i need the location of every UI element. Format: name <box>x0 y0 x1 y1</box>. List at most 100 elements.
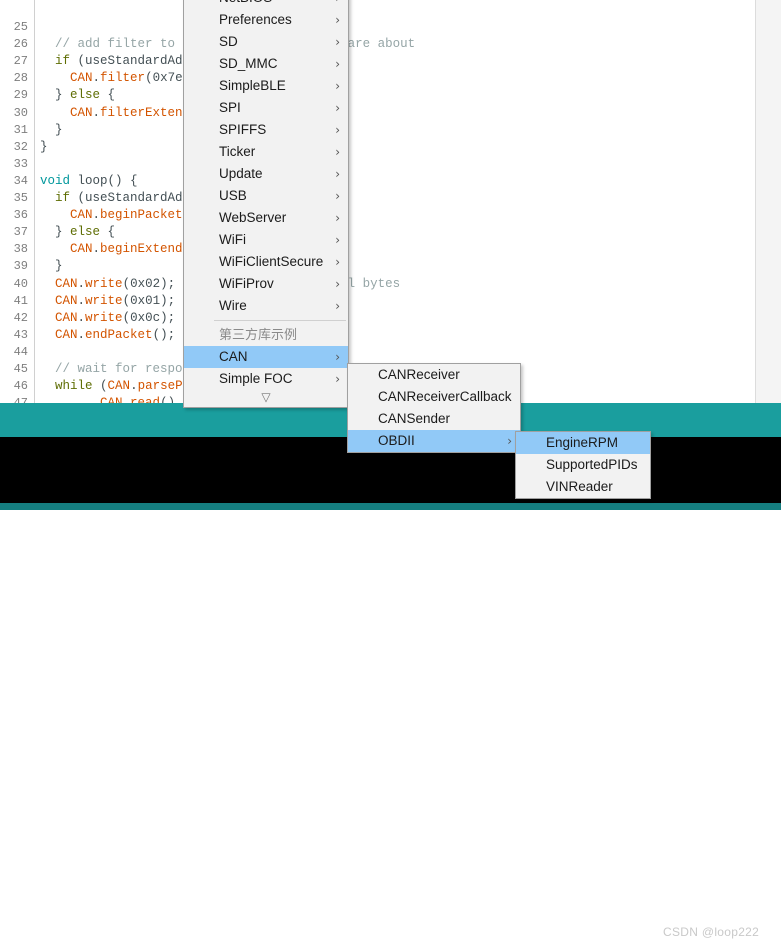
code-token: (0x02); <box>122 276 183 291</box>
scroll-down-arrow-icon[interactable]: ▽ <box>184 390 348 407</box>
code-token: } <box>40 122 63 137</box>
obdii-menu-item-supportedpids[interactable]: SupportedPIDs <box>516 454 650 476</box>
menu-item-label: SupportedPIDs <box>546 457 638 472</box>
code-token: else <box>70 88 101 103</box>
menu-item-preferences[interactable]: Preferences › <box>184 9 348 31</box>
code-token: loop() { <box>70 173 138 188</box>
chevron-right-icon: › <box>335 35 340 49</box>
menu-item-can[interactable]: CAN › <box>184 346 348 368</box>
line-number: 44 <box>13 344 28 359</box>
chevron-right-icon: › <box>335 123 340 137</box>
menu-item-wificlientsecure[interactable]: WiFiClientSecure › <box>184 251 348 273</box>
can-menu-item-cansender[interactable]: CANSender <box>348 408 520 430</box>
menu-item-label: WiFiProv <box>219 276 274 291</box>
code-token: . <box>77 276 86 291</box>
code-token: . <box>77 327 86 342</box>
code-token: . <box>123 396 131 403</box>
code-token: CAN <box>70 242 93 257</box>
menu-item-wire[interactable]: Wire › <box>184 295 348 317</box>
code-token: endPacket <box>85 327 153 342</box>
menu-item-sd[interactable]: SD › <box>184 31 348 53</box>
vertical-scrollbar[interactable] <box>755 0 781 403</box>
menu-item-label: SPIFFS <box>219 122 267 137</box>
menu-item-label: WiFiClientSecure <box>219 254 324 269</box>
code-token: CAN <box>107 379 131 394</box>
line-number: 34 <box>13 173 28 188</box>
code-token: . <box>92 242 101 257</box>
code-line[interactable]: } else { <box>40 88 115 103</box>
menu-item-usb[interactable]: USB › <box>184 185 348 207</box>
menu-section-header: 第三方库示例 <box>219 327 298 342</box>
menu-item-simpleble[interactable]: SimpleBLE › <box>184 75 348 97</box>
code-editor[interactable]: 25 26 27 28 29 30 31 32 33 34 35 36 37 38 39 40 41 42 43 44… <box>0 0 781 403</box>
menu-item-label: EngineRPM <box>546 435 619 450</box>
menu-item-label: Ticker <box>219 144 256 159</box>
line-number: 31 <box>13 122 28 137</box>
menu-item-label: SD <box>219 34 238 49</box>
menu-item-webserver[interactable]: WebServer › <box>184 207 348 229</box>
code-token: CAN <box>55 276 78 291</box>
obdii-examples-submenu[interactable]: EngineRPM SupportedPIDs VINReader <box>515 431 651 499</box>
library-examples-menu[interactable]: NetBIOS › Preferences › SD › SD_MMC › SimpleBLE ›… <box>183 0 349 408</box>
line-number-gutter: 25 26 27 28 29 30 31 32 33 34 35 36 37 38 39 40 41 42 43 44… <box>0 0 35 403</box>
menu-item-label: CANReceiverCallback <box>378 389 512 404</box>
menu-item-netbios[interactable]: NetBIOS › <box>184 0 348 9</box>
code-line[interactable]: } <box>40 122 63 137</box>
code-token: filter <box>100 71 146 86</box>
code-line[interactable]: } <box>40 140 48 153</box>
menu-item-label: CAN <box>219 349 248 364</box>
menu-item-update[interactable]: Update › <box>184 163 348 185</box>
code-token: } <box>40 225 71 240</box>
chevron-right-icon: › <box>335 145 340 159</box>
menu-item-label: USB <box>219 188 247 203</box>
chevron-right-icon: › <box>335 13 340 27</box>
menu-item-simple-foc[interactable]: Simple FOC › <box>184 368 348 390</box>
code-line[interactable]: } <box>40 260 63 273</box>
code-line[interactable]: void loop() { <box>40 173 138 188</box>
menu-item-spiffs[interactable]: SPIFFS › <box>184 119 348 141</box>
can-examples-submenu[interactable]: CANReceiver CANReceiverCallback CANSender O… <box>347 363 521 453</box>
code-token: beginPacket <box>100 208 183 223</box>
line-number: 39 <box>13 259 28 274</box>
menu-item-wifi[interactable]: WiFi › <box>184 229 348 251</box>
menu-item-label: Simple FOC <box>219 371 293 386</box>
line-number: 38 <box>13 242 28 257</box>
line-number: 32 <box>13 139 28 154</box>
obdii-menu-item-vinreader[interactable]: VINReader <box>516 476 650 498</box>
code-token: . <box>130 379 138 394</box>
code-line[interactable]: // wait for response <box>40 362 205 376</box>
menu-item-wifiprov[interactable]: WiFiProv › <box>184 273 348 295</box>
menu-item-ticker[interactable]: Ticker › <box>184 141 348 163</box>
chevron-right-icon: › <box>335 211 340 225</box>
can-menu-item-canreceiver[interactable]: CANReceiver <box>348 364 520 386</box>
menu-item-label: Update <box>219 166 263 181</box>
code-token: { <box>100 225 116 240</box>
can-menu-item-canreceivercallback[interactable]: CANReceiverCallback <box>348 386 520 408</box>
code-line[interactable]: CAN.endPacket(); <box>40 327 175 342</box>
chevron-right-icon: › <box>335 277 340 291</box>
code-token: (0x01); <box>122 293 183 308</box>
footer-bar <box>0 503 781 510</box>
code-line[interactable]: } else { <box>40 225 116 240</box>
line-number: 36 <box>13 208 28 223</box>
obdii-menu-item-enginerpm[interactable]: EngineRPM <box>516 432 650 454</box>
menu-item-label: SPI <box>219 100 241 115</box>
chevron-right-icon: › <box>507 434 512 448</box>
watermark-label: CSDN @loop222 <box>663 925 760 939</box>
line-number: 43 <box>13 327 28 342</box>
code-token: (0x0c); <box>122 310 183 325</box>
code-token: } <box>40 88 71 103</box>
chevron-right-icon: › <box>335 79 340 93</box>
can-menu-item-obdii[interactable]: OBDII › <box>348 430 520 452</box>
menu-item-sd-mmc[interactable]: SD_MMC › <box>184 53 348 75</box>
code-line[interactable]: CAN.filter(0x7e8); <box>40 71 205 86</box>
menu-item-label: SimpleBLE <box>219 78 286 93</box>
code-token: if <box>55 191 71 205</box>
menu-item-spi[interactable]: SPI › <box>184 97 348 119</box>
